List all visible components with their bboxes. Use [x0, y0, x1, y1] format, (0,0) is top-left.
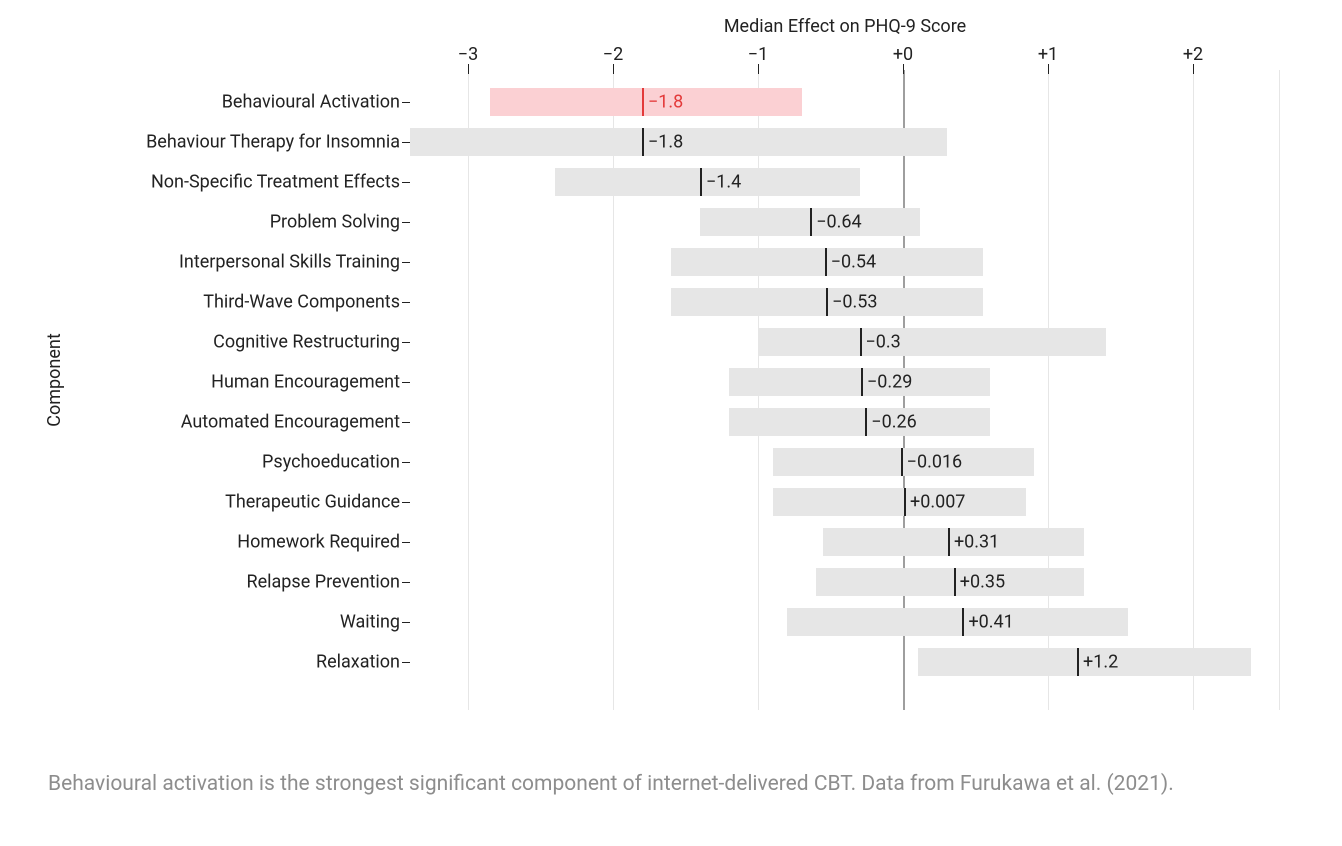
median-tick	[825, 248, 827, 276]
bar-row: Interpersonal Skills Training−0.54	[410, 242, 1280, 282]
bar-row: Homework Required+0.31	[410, 522, 1280, 562]
value-label: −0.54	[831, 252, 876, 273]
x-tick-mark	[903, 64, 904, 74]
y-tick-label: Interpersonal Skills Training	[179, 252, 410, 273]
value-label: −0.016	[907, 452, 963, 473]
median-tick	[1077, 648, 1079, 676]
value-label: −0.3	[866, 332, 901, 353]
bar-row: Non-Specific Treatment Effects−1.4	[410, 162, 1280, 202]
interval-bar	[729, 408, 990, 436]
median-tick	[904, 488, 906, 516]
median-tick	[962, 608, 964, 636]
interval-bar	[758, 328, 1106, 356]
value-label: −0.64	[816, 212, 861, 233]
value-label: −1.8	[648, 132, 683, 153]
y-tick-label: Behaviour Therapy for Insomnia	[146, 132, 410, 153]
x-tick-label: −1	[748, 44, 768, 65]
chart-container: Component −3−2−1+0+1+2Behavioural Activa…	[0, 0, 1342, 846]
plot-area: −3−2−1+0+1+2Behavioural Activation−1.8Be…	[410, 70, 1280, 710]
bar-row: Therapeutic Guidance+0.007	[410, 482, 1280, 522]
x-tick-label: +1	[1038, 44, 1058, 65]
y-tick-label: Relaxation	[316, 652, 410, 673]
bar-row: Relaxation+1.2	[410, 642, 1280, 682]
value-label: +0.41	[968, 612, 1013, 633]
bar-row: Behavioural Activation−1.8	[410, 82, 1280, 122]
y-tick-label: Waiting	[340, 612, 410, 633]
y-tick-label: Cognitive Restructuring	[213, 332, 410, 353]
y-tick-label: Non-Specific Treatment Effects	[151, 172, 410, 193]
interval-bar	[816, 568, 1084, 596]
median-tick	[700, 168, 702, 196]
x-tick-mark	[1193, 64, 1194, 74]
y-tick-label: Automated Encouragement	[181, 412, 410, 433]
median-tick	[948, 528, 950, 556]
value-label: −0.29	[867, 372, 912, 393]
value-label: −0.26	[871, 412, 916, 433]
interval-bar	[729, 368, 990, 396]
interval-bar	[671, 248, 983, 276]
value-label: −1.8	[648, 92, 683, 113]
value-label: +0.35	[960, 572, 1005, 593]
interval-bar	[773, 448, 1034, 476]
interval-bar	[490, 88, 802, 116]
y-tick-label: Homework Required	[237, 532, 410, 553]
chart-title: Median Effect on PHQ-9 Score	[724, 16, 966, 37]
chart-caption: Behavioural activation is the strongest …	[48, 770, 1294, 798]
median-tick	[860, 328, 862, 356]
y-tick-label: Human Encouragement	[211, 372, 410, 393]
median-tick	[861, 368, 863, 396]
value-label: −0.53	[832, 292, 877, 313]
x-tick-label: −2	[603, 44, 623, 65]
bar-row: Waiting+0.41	[410, 602, 1280, 642]
median-tick	[954, 568, 956, 596]
value-label: +0.31	[954, 532, 999, 553]
bar-row: Cognitive Restructuring−0.3	[410, 322, 1280, 362]
x-tick-label: +2	[1183, 44, 1203, 65]
x-tick-mark	[468, 64, 469, 74]
median-tick	[642, 88, 644, 116]
bar-row: Third-Wave Components−0.53	[410, 282, 1280, 322]
bar-row: Human Encouragement−0.29	[410, 362, 1280, 402]
bar-row: Relapse Prevention+0.35	[410, 562, 1280, 602]
median-tick	[826, 288, 828, 316]
interval-bar	[787, 608, 1128, 636]
value-label: +1.2	[1083, 652, 1118, 673]
x-tick-label: +0	[893, 44, 913, 65]
y-tick-label: Third-Wave Components	[203, 292, 410, 313]
x-tick-mark	[758, 64, 759, 74]
y-tick-label: Problem Solving	[270, 212, 410, 233]
bar-row: Problem Solving−0.64	[410, 202, 1280, 242]
x-tick-label: −3	[458, 44, 478, 65]
median-tick	[810, 208, 812, 236]
median-tick	[901, 448, 903, 476]
y-tick-label: Psychoeducation	[262, 452, 410, 473]
y-tick-label: Relapse Prevention	[247, 572, 411, 593]
bar-row: Psychoeducation−0.016	[410, 442, 1280, 482]
y-axis-title: Component	[44, 333, 65, 426]
median-tick	[642, 128, 644, 156]
bar-row: Automated Encouragement−0.26	[410, 402, 1280, 442]
x-tick-mark	[1048, 64, 1049, 74]
median-tick	[865, 408, 867, 436]
bar-row: Behaviour Therapy for Insomnia−1.8	[410, 122, 1280, 162]
value-label: −1.4	[706, 172, 741, 193]
x-tick-mark	[613, 64, 614, 74]
value-label: +0.007	[910, 492, 965, 513]
interval-bar	[773, 488, 1027, 516]
y-tick-label: Therapeutic Guidance	[225, 492, 410, 513]
y-tick-label: Behavioural Activation	[222, 92, 410, 113]
